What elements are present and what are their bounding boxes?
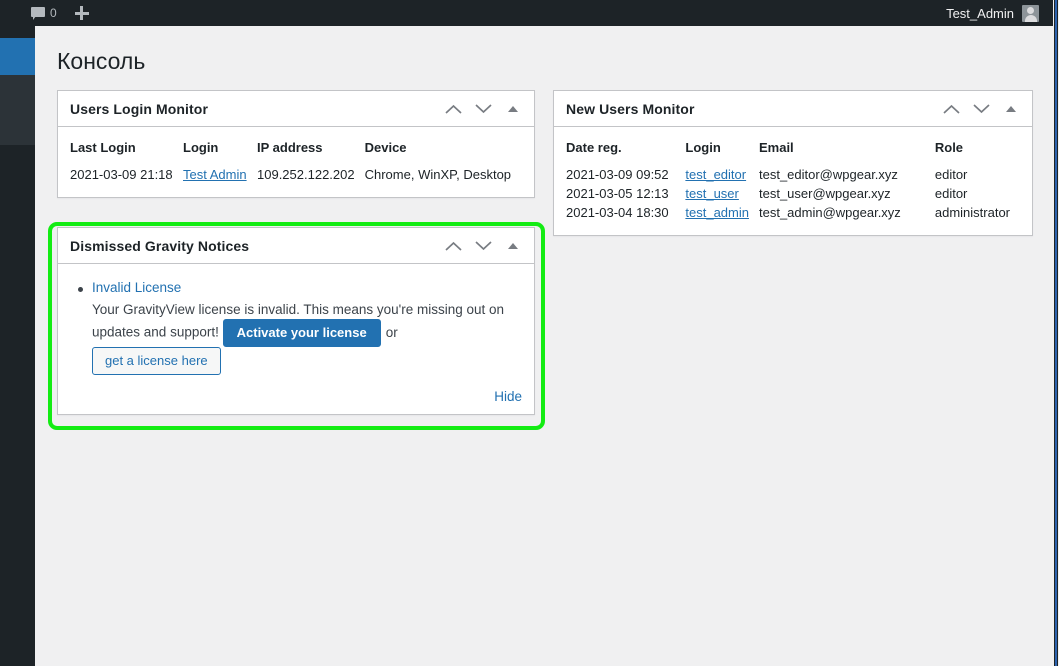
chevron-down-icon	[972, 103, 990, 113]
get-license-button[interactable]: get a license here	[92, 347, 221, 375]
move-up-button[interactable]	[438, 229, 468, 263]
cell-device: Chrome, WinXP, Desktop	[364, 167, 512, 182]
cell-email: test_editor@wpgear.xyz	[758, 167, 898, 182]
notice-text-block: Your GravityView license is invalid. Thi…	[92, 301, 522, 375]
widget-header: Users Login Monitor	[58, 91, 534, 127]
hide-link[interactable]: Hide	[70, 389, 522, 404]
column-device: Device	[364, 140, 407, 155]
table-row: 2021-03-09 21:18 Test Admin 109.252.122.…	[70, 166, 522, 185]
users-login-table: Last Login Login IP address Device 2021-…	[70, 139, 522, 185]
chevron-up-icon	[942, 104, 960, 114]
cell-role: editor	[934, 186, 968, 201]
widget-title: Dismissed Gravity Notices	[70, 237, 250, 254]
sidebar-item-dashboard[interactable]	[0, 38, 43, 75]
vertical-scrollbar[interactable]	[1053, 0, 1059, 666]
plus-icon	[74, 6, 89, 20]
scrollbar-thumb[interactable]	[1054, 0, 1058, 666]
widget-title: New Users Monitor	[566, 100, 695, 117]
widget-header: New Users Monitor	[554, 91, 1032, 127]
comment-count: 0	[50, 6, 57, 20]
admin-sidebar: о	[0, 26, 43, 666]
user-link[interactable]: test_admin	[685, 205, 749, 220]
widget-handle-actions	[438, 229, 534, 263]
move-down-button[interactable]	[468, 92, 498, 126]
cell-date-reg: 2021-03-09 09:52	[566, 167, 669, 182]
cell-ip-address: 109.252.122.202	[257, 167, 355, 182]
widget-handle-actions	[438, 92, 534, 126]
avatar-icon	[1022, 4, 1039, 22]
cell-email: test_user@wpgear.xyz	[758, 186, 891, 201]
notice-heading-link[interactable]: Invalid License	[92, 280, 181, 295]
new-users-table: Date reg. Login Email Role 2021-03-09 09…	[566, 139, 1020, 223]
column-ip-address: IP address	[257, 140, 323, 155]
chevron-down-icon	[474, 240, 492, 250]
widget-body: Last Login Login IP address Device 2021-…	[58, 127, 534, 197]
cell-email: test_admin@wpgear.xyz	[758, 205, 901, 220]
column-login: Login	[183, 140, 219, 155]
cell-date-reg: 2021-03-04 18:30	[566, 205, 669, 220]
move-down-button[interactable]	[468, 229, 498, 263]
cell-date-reg: 2021-03-05 12:13	[566, 186, 669, 201]
widget-body: Date reg. Login Email Role 2021-03-09 09…	[554, 127, 1032, 235]
table-row: 2021-03-05 12:13 test_user test_user@wpg…	[566, 185, 1020, 204]
widget-new-users-monitor: New Users Monitor Date reg. Login Email …	[553, 90, 1033, 236]
column-login: Login	[685, 140, 721, 155]
toggle-panel-button[interactable]	[498, 229, 528, 263]
table-row: 2021-03-09 09:52 test_editor test_editor…	[566, 166, 1020, 185]
triangle-up-icon	[1006, 105, 1016, 112]
sidebar-submenu[interactable]	[0, 75, 35, 145]
cell-last-login: 2021-03-09 21:18	[70, 167, 173, 182]
widget-dismissed-gravity-notices: Dismissed Gravity Notices Invalid Licens…	[57, 227, 535, 415]
column-date-reg: Date reg.	[566, 140, 622, 155]
triangle-up-icon	[508, 105, 518, 112]
activate-license-button[interactable]: Activate your license	[222, 319, 381, 347]
screen: 0 Test_Admin о Консоль Users Login Monit…	[0, 0, 1059, 666]
new-content-menu-item[interactable]	[66, 0, 98, 26]
widget-handle-actions	[936, 92, 1032, 126]
chevron-up-icon	[444, 241, 462, 251]
main-content: Консоль Users Login Monitor Last Login L…	[35, 26, 1053, 666]
admin-bar: 0 Test_Admin	[0, 0, 1053, 26]
widget-header: Dismissed Gravity Notices	[58, 228, 534, 264]
comments-menu-item[interactable]: 0	[22, 0, 66, 26]
page-title: Консоль	[57, 48, 146, 74]
move-up-button[interactable]	[438, 92, 468, 126]
chevron-down-icon	[474, 103, 492, 113]
move-up-button[interactable]	[936, 92, 966, 126]
toggle-panel-button[interactable]	[498, 92, 528, 126]
admin-bar-right-group: Test_Admin	[938, 0, 1053, 26]
column-last-login: Last Login	[70, 140, 136, 155]
user-link[interactable]: test_user	[685, 186, 738, 201]
chevron-up-icon	[444, 104, 462, 114]
account-menu-item[interactable]: Test_Admin	[938, 0, 1047, 26]
table-row: 2021-03-04 18:30 test_admin test_admin@w…	[566, 204, 1020, 223]
move-down-button[interactable]	[966, 92, 996, 126]
widget-users-login-monitor: Users Login Monitor Last Login Login IP …	[57, 90, 535, 198]
cell-login: test_admin	[685, 204, 759, 223]
table-header-row: Date reg. Login Email Role	[566, 139, 1020, 166]
column-role: Role	[934, 140, 964, 155]
cell-login: test_editor	[685, 166, 759, 185]
list-item: Invalid License Your GravityView license…	[70, 280, 522, 375]
widget-body: Invalid License Your GravityView license…	[58, 264, 534, 414]
widget-title: Users Login Monitor	[70, 100, 209, 117]
triangle-up-icon	[508, 242, 518, 249]
admin-bar-left-group: 0	[0, 0, 98, 26]
user-link[interactable]: Test Admin	[183, 167, 247, 182]
cell-role: editor	[934, 167, 968, 182]
comment-bubble-icon	[31, 7, 45, 20]
toggle-panel-button[interactable]	[996, 92, 1026, 126]
cell-login: Test Admin	[183, 166, 257, 185]
cell-login: test_user	[685, 185, 759, 204]
cell-role: administrator	[934, 205, 1010, 220]
account-name: Test_Admin	[946, 5, 1014, 21]
button-separator-label: or	[385, 325, 398, 340]
table-header-row: Last Login Login IP address Device	[70, 139, 522, 166]
column-email: Email	[758, 140, 794, 155]
user-link[interactable]: test_editor	[685, 167, 746, 182]
notice-list: Invalid License Your GravityView license…	[70, 280, 522, 375]
